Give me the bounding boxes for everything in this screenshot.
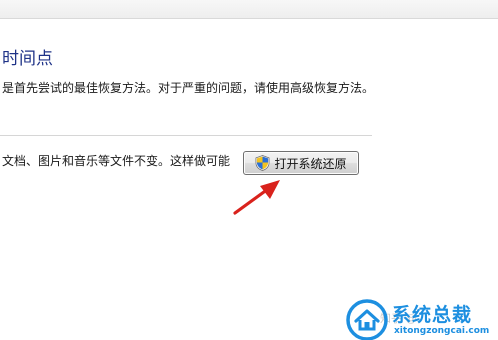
house-logo-icon (346, 299, 388, 340)
restore-section-text: 文档、图片和音乐等文件不变。这样做可能 (2, 154, 231, 168)
brand-url: xitongzongcai.com (394, 326, 490, 336)
page-title: 时间点 (2, 49, 53, 69)
red-arrow-icon (233, 180, 280, 215)
brand-name: 系统总裁 (392, 304, 473, 326)
window-top-strip (0, 0, 498, 19)
uac-shield-icon (256, 155, 270, 171)
open-system-restore-label: 打开系统还原 (274, 156, 347, 171)
section-divider (0, 135, 372, 136)
open-system-restore-button[interactable]: 打开系统还原 (243, 151, 359, 175)
page-description: 是首先尝试的最佳恢复方法。对于严重的问题，请使用高级恢复方法。 (2, 81, 375, 95)
